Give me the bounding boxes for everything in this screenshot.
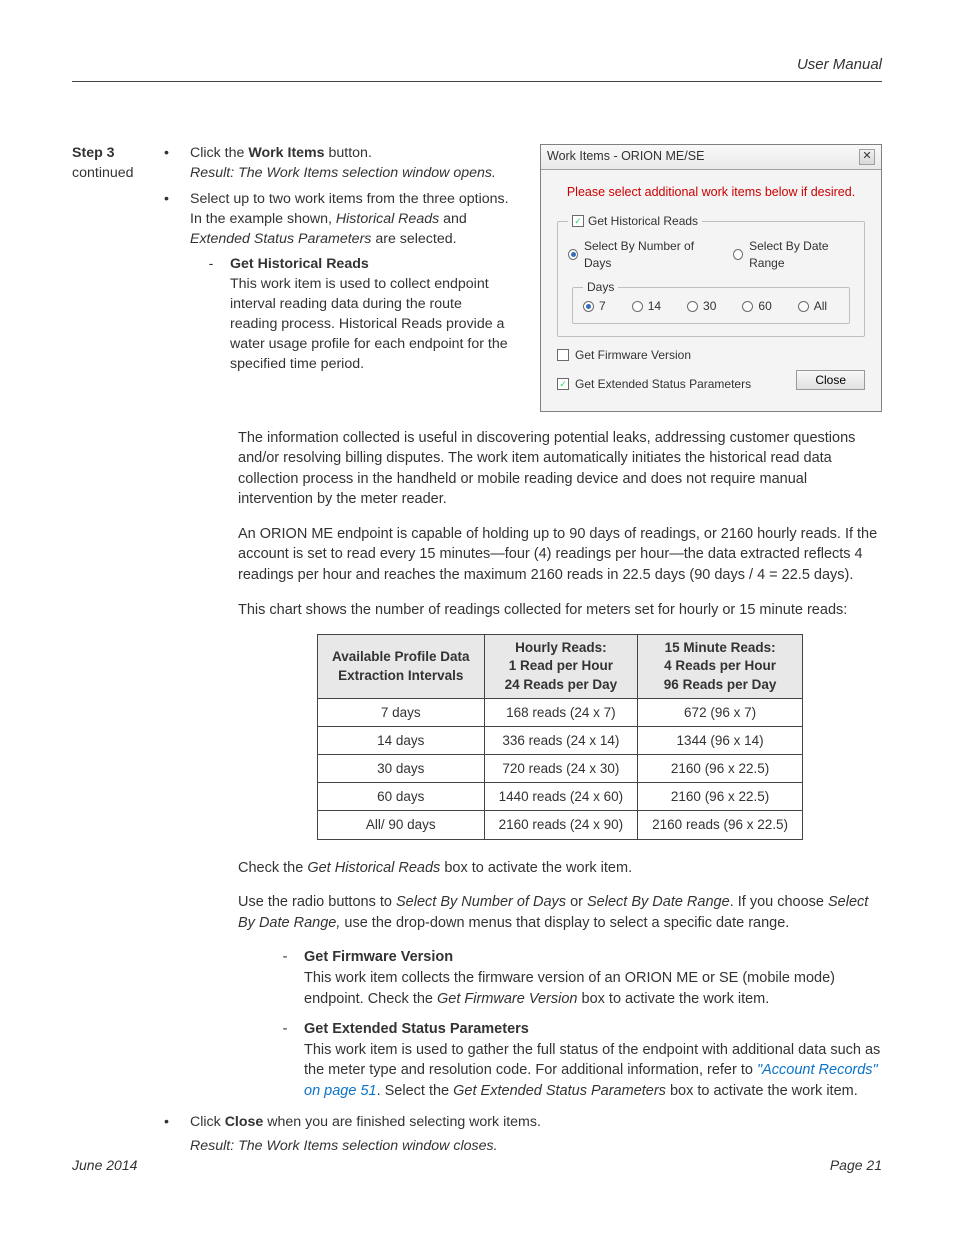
bullet-select-work-items: Select up to two work items from the thr… [190, 190, 512, 250]
radio-paragraph: Use the radio buttons to Select By Numbe… [238, 892, 882, 933]
gesp-block: Get Extended Status Parameters This work… [304, 1019, 882, 1101]
ghr-fieldset: ✓ Get Historical Reads Select By Number … [557, 213, 865, 337]
radio-days-30[interactable] [687, 301, 698, 312]
table-row: 30 days720 reads (24 x 30)2160 (96 x 22.… [318, 755, 803, 783]
radio-days-7[interactable] [583, 301, 594, 312]
info-paragraph-2: An ORION ME endpoint is capable of holdi… [238, 524, 882, 586]
bullet-icon: • [164, 144, 178, 184]
table-row: 60 days1440 reads (24 x 60)2160 (96 x 22… [318, 783, 803, 811]
radio-select-by-days[interactable] [568, 249, 578, 260]
dash-icon: - [204, 255, 218, 374]
radio-select-by-range[interactable] [733, 249, 743, 260]
info-paragraph-3: This chart shows the number of readings … [238, 600, 882, 621]
reads-table: Available Profile DataExtraction Interva… [317, 634, 803, 839]
table-row: 14 days336 reads (24 x 14)1344 (96 x 14) [318, 727, 803, 755]
bullet-click-close: Click Close when you are finished select… [190, 1113, 541, 1133]
gesp-checkbox[interactable]: ✓ [557, 378, 569, 390]
table-row: All/ 90 days2160 reads (24 x 90)2160 rea… [318, 811, 803, 839]
ghr-block: Get Historical Reads This work item is u… [230, 255, 512, 374]
radio-select-by-days-label: Select By Number of Days [584, 238, 709, 272]
ghr-legend-label: Get Historical Reads [588, 213, 698, 230]
close-icon[interactable]: ✕ [859, 149, 875, 165]
footer-date: June 2014 [72, 1156, 137, 1176]
dash-icon: - [278, 1019, 292, 1101]
radio-select-by-range-label: Select By Date Range [749, 238, 854, 272]
footer-page: Page 21 [830, 1156, 882, 1176]
days-fieldset: Days 7 14 30 60 All [572, 279, 850, 324]
dialog-message: Please select additional work items belo… [557, 184, 865, 202]
gfv-checkbox[interactable]: ✓ [557, 349, 569, 361]
ghr-checkbox[interactable]: ✓ [572, 215, 584, 227]
bullet-icon: • [164, 1113, 178, 1133]
dialog-title: Work Items - ORION ME/SE [547, 148, 704, 166]
dash-icon: - [278, 947, 292, 1009]
gfv-label: Get Firmware Version [575, 347, 691, 364]
radio-days-all[interactable] [798, 301, 809, 312]
step-continued: continued [72, 164, 146, 184]
bullet-icon: • [164, 190, 178, 250]
info-paragraph-1: The information collected is useful in d… [238, 428, 882, 510]
page-header: User Manual [72, 54, 882, 82]
days-legend: Days [583, 279, 618, 296]
check-ghr-paragraph: Check the Get Historical Reads box to ac… [238, 858, 882, 879]
close-result: Result: The Work Items selection window … [190, 1137, 498, 1157]
step-label: Step 3 [72, 144, 146, 164]
work-items-dialog: Work Items - ORION ME/SE ✕ Please select… [540, 144, 882, 412]
radio-days-60[interactable] [742, 301, 753, 312]
table-row: 7 days168 reads (24 x 7)672 (96 x 7) [318, 698, 803, 726]
bullet-click-work-items: Click the Work Items button. Result: The… [190, 144, 496, 184]
gesp-label: Get Extended Status Parameters [575, 376, 751, 393]
close-button[interactable]: Close [796, 370, 865, 390]
radio-days-14[interactable] [632, 301, 643, 312]
gfv-block: Get Firmware Version This work item coll… [304, 947, 882, 1009]
